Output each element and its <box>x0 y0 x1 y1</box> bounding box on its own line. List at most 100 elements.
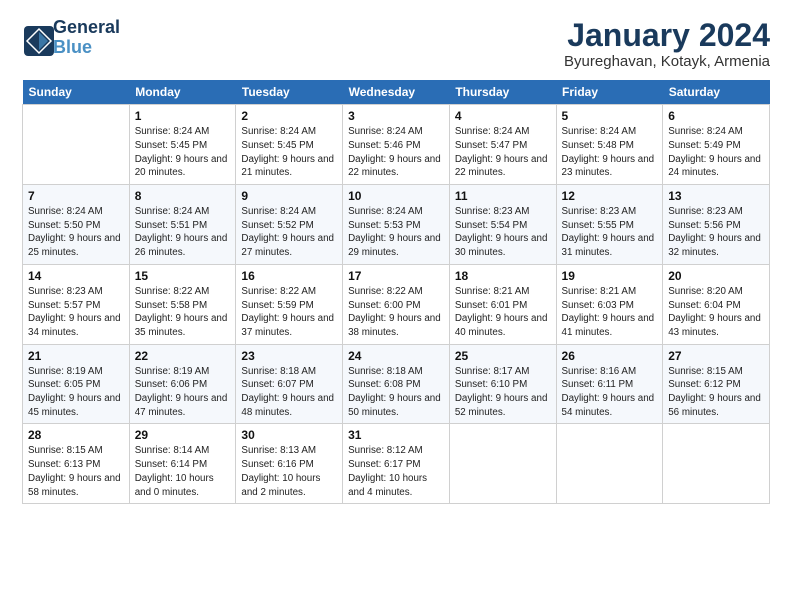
week-row-5: 28Sunrise: 8:15 AMSunset: 6:13 PMDayligh… <box>23 424 770 504</box>
day-number: 20 <box>668 269 764 283</box>
day-cell: 4Sunrise: 8:24 AMSunset: 5:47 PMDaylight… <box>449 105 556 185</box>
day-cell <box>449 424 556 504</box>
header-day-wednesday: Wednesday <box>343 80 450 105</box>
day-cell: 6Sunrise: 8:24 AMSunset: 5:49 PMDaylight… <box>663 105 770 185</box>
day-number: 24 <box>348 349 444 363</box>
day-info: Sunrise: 8:18 AMSunset: 6:08 PMDaylight:… <box>348 365 444 420</box>
day-cell: 25 Sunrise: 8:17 AMSunset: 6:10 PMDayligh… <box>449 344 556 424</box>
logo-text: General Blue <box>53 18 120 58</box>
header-day-monday: Monday <box>129 80 236 105</box>
day-number: 16 <box>241 269 337 283</box>
logo-line1: General <box>53 18 120 38</box>
day-number: 11 <box>455 189 551 203</box>
day-number: 10 <box>348 189 444 203</box>
week-row-4: 21 Sunrise: 8:19 AMSunset: 6:05 PMDayligh… <box>23 344 770 424</box>
day-info: Sunrise: 8:23 AMSunset: 5:56 PMDaylight:… <box>668 205 764 260</box>
day-number: 8 <box>135 189 231 203</box>
day-info: Sunrise: 8:19 AMSunset: 6:05 PMDaylight:… <box>28 365 124 420</box>
day-number: 14 <box>28 269 124 283</box>
week-row-1: 1 Sunrise: 8:24 AMSunset: 5:45 PMDaylight… <box>23 105 770 185</box>
day-info: Sunrise: 8:24 AMSunset: 5:53 PMDaylight:… <box>348 205 444 260</box>
day-info: Sunrise: 8:20 AMSunset: 6:04 PMDaylight:… <box>668 285 764 340</box>
day-cell: 20 Sunrise: 8:20 AMSunset: 6:04 PMDayligh… <box>663 264 770 344</box>
logo-icon <box>22 24 50 52</box>
day-cell: 30 Sunrise: 8:13 AMSunset: 6:16 PMDayligh… <box>236 424 343 504</box>
header: General Blue January 2024 Byureghavan, K… <box>22 18 770 70</box>
day-cell: 13 Sunrise: 8:23 AMSunset: 5:56 PMDayligh… <box>663 185 770 265</box>
day-cell: 12 Sunrise: 8:23 AMSunset: 5:55 PMDayligh… <box>556 185 663 265</box>
day-number: 17 <box>348 269 444 283</box>
day-info: Sunrise: 8:23 AMSunset: 5:55 PMDaylight:… <box>562 205 658 260</box>
day-number: 12 <box>562 189 658 203</box>
day-cell: 14 Sunrise: 8:23 AMSunset: 5:57 PMDayligh… <box>23 264 130 344</box>
day-info: Sunrise: 8:23 AMSunset: 5:54 PMDaylight:… <box>455 205 551 260</box>
day-cell: 10 Sunrise: 8:24 AMSunset: 5:53 PMDayligh… <box>343 185 450 265</box>
week-row-2: 7Sunrise: 8:24 AMSunset: 5:50 PMDaylight… <box>23 185 770 265</box>
day-info: Sunrise: 8:21 AMSunset: 6:03 PMDaylight:… <box>562 285 658 340</box>
day-cell: 3Sunrise: 8:24 AMSunset: 5:46 PMDaylight… <box>343 105 450 185</box>
header-day-thursday: Thursday <box>449 80 556 105</box>
day-cell: 18Sunrise: 8:21 AMSunset: 6:01 PMDayligh… <box>449 264 556 344</box>
day-info: Sunrise: 8:22 AMSunset: 5:59 PMDaylight:… <box>241 285 337 340</box>
day-info: Sunrise: 8:24 AMSunset: 5:49 PMDaylight:… <box>668 125 764 180</box>
day-cell: 19 Sunrise: 8:21 AMSunset: 6:03 PMDayligh… <box>556 264 663 344</box>
day-info: Sunrise: 8:24 AMSunset: 5:45 PMDaylight:… <box>241 125 337 180</box>
day-info: Sunrise: 8:22 AMSunset: 5:58 PMDaylight:… <box>135 285 231 340</box>
day-cell: 29 Sunrise: 8:14 AMSunset: 6:14 PMDayligh… <box>129 424 236 504</box>
day-cell: 27 Sunrise: 8:15 AMSunset: 6:12 PMDayligh… <box>663 344 770 424</box>
day-number: 23 <box>241 349 337 363</box>
day-cell: 1 Sunrise: 8:24 AMSunset: 5:45 PMDaylight… <box>129 105 236 185</box>
day-number: 15 <box>135 269 231 283</box>
day-info: Sunrise: 8:24 AMSunset: 5:47 PMDaylight:… <box>455 125 551 180</box>
day-number: 30 <box>241 428 337 442</box>
day-number: 22 <box>135 349 231 363</box>
day-info: Sunrise: 8:24 AMSunset: 5:48 PMDaylight:… <box>562 125 658 180</box>
day-number: 19 <box>562 269 658 283</box>
day-number: 26 <box>562 349 658 363</box>
calendar-table: SundayMondayTuesdayWednesdayThursdayFrid… <box>22 80 770 504</box>
day-info: Sunrise: 8:16 AMSunset: 6:11 PMDaylight:… <box>562 365 658 420</box>
day-info: Sunrise: 8:15 AMSunset: 6:12 PMDaylight:… <box>668 365 764 420</box>
day-number: 1 <box>135 109 231 123</box>
day-cell <box>663 424 770 504</box>
day-number: 31 <box>348 428 444 442</box>
day-info: Sunrise: 8:13 AMSunset: 6:16 PMDaylight:… <box>241 444 337 499</box>
title-block: January 2024 Byureghavan, Kotayk, Armeni… <box>564 18 770 70</box>
day-number: 25 <box>455 349 551 363</box>
day-info: Sunrise: 8:15 AMSunset: 6:13 PMDaylight:… <box>28 444 124 499</box>
day-info: Sunrise: 8:14 AMSunset: 6:14 PMDaylight:… <box>135 444 231 499</box>
day-cell: 21 Sunrise: 8:19 AMSunset: 6:05 PMDayligh… <box>23 344 130 424</box>
day-cell: 22 Sunrise: 8:19 AMSunset: 6:06 PMDayligh… <box>129 344 236 424</box>
day-number: 21 <box>28 349 124 363</box>
day-cell <box>556 424 663 504</box>
day-info: Sunrise: 8:24 AMSunset: 5:46 PMDaylight:… <box>348 125 444 180</box>
day-info: Sunrise: 8:19 AMSunset: 6:06 PMDaylight:… <box>135 365 231 420</box>
day-cell: 7Sunrise: 8:24 AMSunset: 5:50 PMDaylight… <box>23 185 130 265</box>
day-info: Sunrise: 8:21 AMSunset: 6:01 PMDaylight:… <box>455 285 551 340</box>
main-title: January 2024 <box>564 18 770 53</box>
day-info: Sunrise: 8:24 AMSunset: 5:45 PMDaylight:… <box>135 125 231 180</box>
header-day-tuesday: Tuesday <box>236 80 343 105</box>
day-number: 27 <box>668 349 764 363</box>
day-info: Sunrise: 8:17 AMSunset: 6:10 PMDaylight:… <box>455 365 551 420</box>
day-info: Sunrise: 8:12 AMSunset: 6:17 PMDaylight:… <box>348 444 444 499</box>
subtitle: Byureghavan, Kotayk, Armenia <box>564 53 770 70</box>
header-row: SundayMondayTuesdayWednesdayThursdayFrid… <box>23 80 770 105</box>
day-info: Sunrise: 8:24 AMSunset: 5:51 PMDaylight:… <box>135 205 231 260</box>
day-number: 2 <box>241 109 337 123</box>
header-day-saturday: Saturday <box>663 80 770 105</box>
day-info: Sunrise: 8:22 AMSunset: 6:00 PMDaylight:… <box>348 285 444 340</box>
day-cell <box>23 105 130 185</box>
day-cell: 9Sunrise: 8:24 AMSunset: 5:52 PMDaylight… <box>236 185 343 265</box>
day-number: 13 <box>668 189 764 203</box>
day-cell: 11 Sunrise: 8:23 AMSunset: 5:54 PMDayligh… <box>449 185 556 265</box>
day-info: Sunrise: 8:24 AMSunset: 5:50 PMDaylight:… <box>28 205 124 260</box>
day-cell: 26 Sunrise: 8:16 AMSunset: 6:11 PMDayligh… <box>556 344 663 424</box>
day-number: 29 <box>135 428 231 442</box>
day-cell: 8 Sunrise: 8:24 AMSunset: 5:51 PMDaylight… <box>129 185 236 265</box>
day-cell: 17 Sunrise: 8:22 AMSunset: 6:00 PMDayligh… <box>343 264 450 344</box>
logo: General Blue <box>22 18 120 58</box>
day-cell: 15 Sunrise: 8:22 AMSunset: 5:58 PMDayligh… <box>129 264 236 344</box>
day-cell: 24 Sunrise: 8:18 AMSunset: 6:08 PMDayligh… <box>343 344 450 424</box>
day-info: Sunrise: 8:23 AMSunset: 5:57 PMDaylight:… <box>28 285 124 340</box>
